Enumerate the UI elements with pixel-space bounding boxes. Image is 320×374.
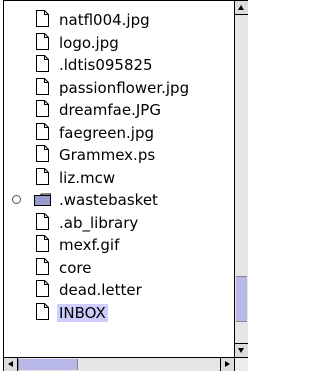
list-item-label: logo.jpg bbox=[59, 33, 119, 52]
document-icon bbox=[36, 302, 49, 320]
vertical-scroll-thumb[interactable] bbox=[236, 276, 247, 323]
list-item-label: Grammex.ps bbox=[59, 146, 156, 164]
document-icon bbox=[36, 167, 49, 185]
list-item-label: liz.mcw bbox=[59, 168, 116, 187]
document-icon bbox=[36, 77, 49, 95]
vertical-scrollbar[interactable] bbox=[234, 1, 248, 357]
list-item[interactable]: .ab_library bbox=[4, 212, 234, 234]
list-item[interactable]: .ldtis095825 bbox=[4, 54, 234, 76]
horizontal-scroll-thumb[interactable] bbox=[18, 359, 78, 370]
scroll-right-arrow[interactable] bbox=[220, 358, 234, 371]
horizontal-scrollbar[interactable] bbox=[4, 357, 234, 371]
document-icon bbox=[36, 280, 49, 297]
list-item[interactable]: logo.jpg bbox=[4, 32, 234, 54]
list-item-label: .wastebasket bbox=[59, 191, 158, 209]
list-item[interactable]: dead.letter bbox=[4, 279, 234, 301]
list-item[interactable]: dreamfae.JPG bbox=[4, 99, 234, 121]
document-icon bbox=[36, 55, 49, 72]
list-item[interactable]: faegreen.jpg bbox=[4, 122, 234, 144]
list-item-label: dead.letter bbox=[59, 281, 142, 299]
scrollbar-corner bbox=[234, 357, 248, 371]
list-item[interactable]: core bbox=[4, 257, 234, 279]
scroll-up-arrow[interactable] bbox=[235, 1, 248, 15]
radio-icon[interactable] bbox=[12, 195, 21, 204]
list-item-label: passionflower.jpg bbox=[59, 78, 190, 97]
list-item[interactable]: mexf.gif bbox=[4, 234, 234, 256]
list-item[interactable]: .wastebasket bbox=[4, 189, 234, 211]
document-icon bbox=[36, 100, 49, 117]
list-item[interactable]: INBOX bbox=[4, 302, 234, 324]
document-icon bbox=[36, 235, 49, 252]
list-item[interactable]: passionflower.jpg bbox=[4, 77, 234, 99]
list-item[interactable]: natfl004.jpg bbox=[4, 9, 234, 31]
list-item-label: .ab_library bbox=[59, 213, 139, 232]
file-list: natfl004.jpg logo.jpg .ldtis095825 passionf… bbox=[4, 1, 234, 357]
scroll-down-arrow[interactable] bbox=[235, 343, 248, 357]
list-item[interactable]: liz.mcw bbox=[4, 167, 234, 189]
list-item-label: .ldtis095825 bbox=[59, 56, 153, 74]
document-icon bbox=[36, 32, 49, 50]
list-item[interactable]: Grammex.ps bbox=[4, 144, 234, 166]
scroll-left-arrow[interactable] bbox=[4, 358, 18, 371]
document-icon bbox=[36, 145, 49, 162]
folder-icon bbox=[34, 193, 51, 206]
document-icon bbox=[36, 257, 49, 275]
list-item-label: dreamfae.JPG bbox=[59, 101, 161, 119]
document-icon bbox=[36, 212, 49, 230]
list-item-label: natfl004.jpg bbox=[59, 11, 150, 29]
list-item-label: INBOX bbox=[57, 303, 108, 322]
file-browser-panel: natfl004.jpg logo.jpg .ldtis095825 passionf… bbox=[3, 0, 248, 371]
document-icon bbox=[36, 122, 49, 140]
list-item-label: core bbox=[59, 258, 92, 277]
list-item-label: faegreen.jpg bbox=[59, 123, 155, 142]
list-item-label: mexf.gif bbox=[59, 236, 120, 254]
document-icon bbox=[36, 10, 49, 27]
